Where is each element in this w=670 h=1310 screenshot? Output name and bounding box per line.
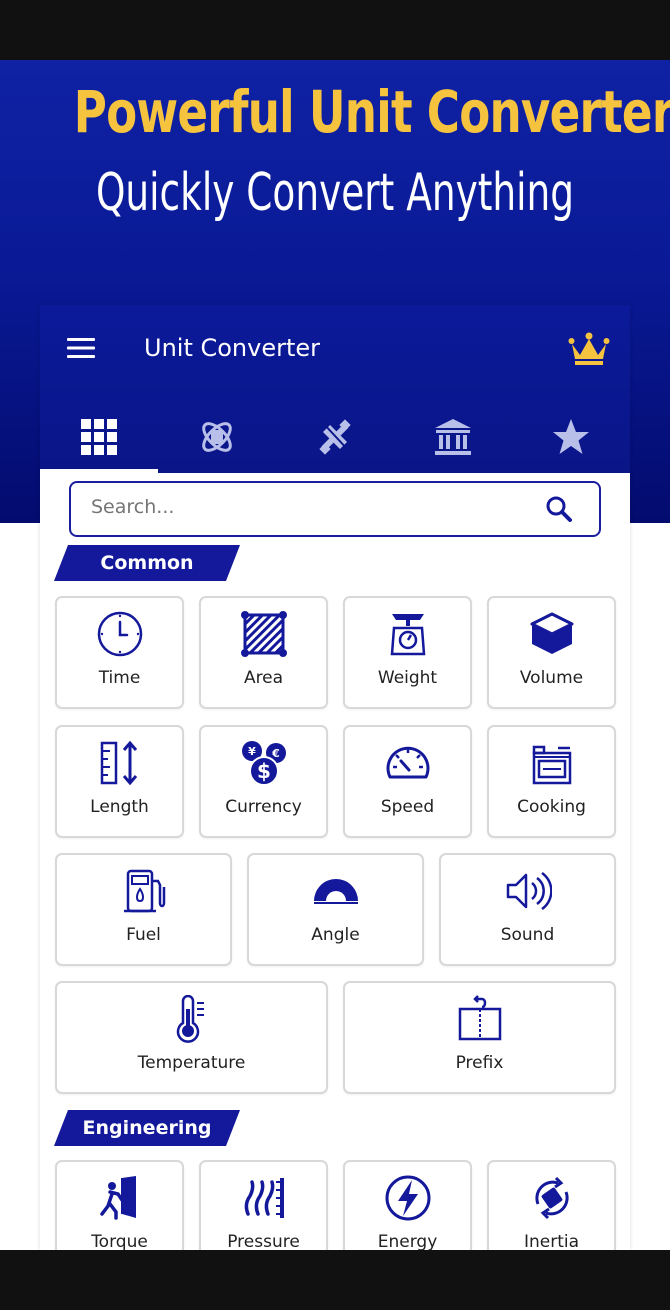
unit-card-area[interactable]: Area	[199, 596, 328, 709]
unit-card-label: Energy	[377, 1232, 438, 1250]
fuel-pump-icon	[123, 869, 165, 913]
unit-card-energy[interactable]: Energy	[343, 1160, 472, 1250]
section-header-engineering: Engineering	[54, 1110, 240, 1146]
bank-icon	[435, 419, 471, 455]
section-title: Common	[100, 552, 194, 574]
tab-engineering[interactable]	[276, 401, 394, 473]
area-icon	[240, 611, 287, 657]
unit-card-fuel[interactable]: Fuel	[55, 853, 232, 966]
section-header-common: Common	[54, 545, 240, 581]
lightning-icon	[385, 1175, 430, 1221]
satellite-icon	[319, 419, 351, 455]
unit-card-currency[interactable]: $ ¥ € Currency	[199, 725, 328, 838]
search-box[interactable]	[69, 481, 601, 537]
unit-card-time[interactable]: Time	[55, 596, 184, 709]
svg-text:€: €	[271, 747, 280, 760]
speedometer-icon	[386, 746, 429, 779]
unit-card-inertia[interactable]: Inertia	[487, 1160, 616, 1250]
svg-text:$: $	[257, 759, 271, 783]
unit-card-label: Length	[90, 797, 149, 817]
app-bar: Unit Converter	[40, 305, 630, 473]
app-screen: Unit Converter Search... Common Time Are…	[40, 305, 630, 1250]
star-icon	[553, 419, 589, 454]
unit-card-label: Torque	[91, 1232, 148, 1250]
section-title: Engineering	[82, 1117, 212, 1139]
unit-card-label: Time	[98, 668, 141, 688]
unit-card-angle[interactable]: Angle	[247, 853, 424, 966]
unit-card-speed[interactable]: Speed	[343, 725, 472, 838]
tab-science[interactable]	[158, 401, 276, 473]
svg-text:¥: ¥	[248, 745, 256, 758]
unit-card-label: Temperature	[137, 1053, 246, 1073]
ruler-icon	[100, 740, 137, 786]
tab-all[interactable]	[40, 401, 158, 473]
unit-card-label: Inertia	[523, 1232, 580, 1250]
unit-card-label: Volume	[519, 668, 584, 688]
currency-icon: $ ¥ €	[241, 741, 286, 786]
cube-icon	[530, 612, 573, 654]
pressure-icon	[244, 1178, 284, 1218]
clock-icon	[97, 611, 142, 657]
scale-icon	[390, 614, 425, 656]
atom-icon	[202, 422, 232, 452]
unit-card-label: Weight	[377, 668, 438, 688]
app-title: Unit Converter	[144, 334, 321, 362]
thermometer-icon	[176, 995, 204, 1043]
unit-card-label: Pressure	[227, 1232, 300, 1250]
promo-subheadline: Quickly Convert Anything	[95, 163, 575, 223]
book-icon	[458, 995, 501, 1041]
menu-icon[interactable]	[66, 336, 96, 360]
unit-card-label: Sound	[500, 925, 555, 945]
unit-card-torque[interactable]: Torque	[55, 1160, 184, 1250]
promo-headline: Powerful Unit Converter	[73, 78, 670, 146]
rotation-icon	[534, 1176, 569, 1220]
unit-card-label: Angle	[311, 925, 360, 945]
status-bar	[0, 0, 670, 60]
unit-card-prefix[interactable]: Prefix	[343, 981, 616, 1094]
unit-card-cooking[interactable]: Cooking	[487, 725, 616, 838]
category-tabs	[40, 401, 630, 473]
unit-card-label: Area	[243, 668, 284, 688]
unit-card-temperature[interactable]: Temperature	[55, 981, 328, 1094]
grid-icon	[81, 419, 117, 455]
protractor-icon	[313, 879, 358, 904]
tab-finance[interactable]	[394, 401, 512, 473]
unit-card-length[interactable]: Length	[55, 725, 184, 838]
door-push-icon	[99, 1176, 136, 1220]
unit-card-label: Prefix	[455, 1053, 504, 1073]
tab-favorites[interactable]	[512, 401, 630, 473]
crown-icon[interactable]	[568, 331, 610, 367]
unit-card-weight[interactable]: Weight	[343, 596, 472, 709]
unit-card-pressure[interactable]: Pressure	[199, 1160, 328, 1250]
unit-card-label: Cooking	[517, 797, 586, 817]
speaker-icon	[506, 871, 552, 911]
unit-card-sound[interactable]: Sound	[439, 853, 616, 966]
unit-card-volume[interactable]: Volume	[487, 596, 616, 709]
search-icon[interactable]	[545, 495, 573, 523]
unit-card-label: Speed	[380, 797, 435, 817]
navigation-bar	[0, 1250, 670, 1310]
unit-card-label: Currency	[225, 797, 302, 817]
unit-card-label: Fuel	[126, 925, 161, 945]
stove-icon	[532, 745, 571, 785]
search-input[interactable]	[91, 496, 521, 518]
